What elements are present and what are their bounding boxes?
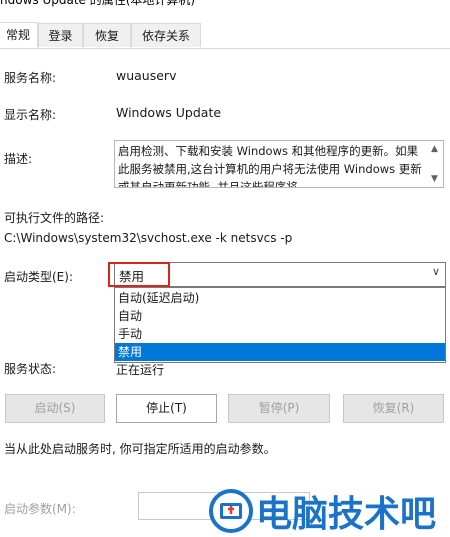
chevron-down-icon[interactable]: ∨: [432, 265, 440, 278]
tab-logon[interactable]: 登录: [38, 23, 83, 47]
tab-strip: 常规 登录 恢复 依存关系: [0, 22, 450, 49]
scroll-up-icon[interactable]: ▲: [426, 142, 443, 156]
option-auto-delayed[interactable]: 自动(延迟启动): [115, 289, 445, 307]
tab-recovery[interactable]: 恢复: [83, 23, 131, 47]
watermark-text: 电脑技术吧: [256, 494, 437, 535]
exe-path-label: 可执行文件的路径:: [4, 211, 105, 225]
description-label: 描述:: [4, 152, 33, 166]
startup-type-label: 启动类型(E):: [4, 270, 73, 284]
description-box[interactable]: 启用检测、下载和安装 Windows 和其他程序的更新。如果此服务被禁用,这台计…: [114, 140, 444, 188]
display-name-value: Windows Update: [116, 105, 222, 120]
stop-button[interactable]: 停止(T): [116, 394, 217, 423]
service-status-label: 服务状态:: [4, 362, 57, 376]
pause-button[interactable]: 暂停(P): [228, 394, 330, 423]
service-name-value: wuauserv: [116, 68, 177, 83]
service-name-label: 服务名称:: [4, 71, 57, 85]
display-name-label: 显示名称:: [4, 108, 57, 122]
option-manual[interactable]: 手动: [115, 325, 445, 343]
scroll-down-icon[interactable]: ▼: [426, 172, 443, 186]
resume-button[interactable]: 恢复(R): [343, 394, 444, 423]
watermark-logo-icon: [209, 489, 253, 533]
window-title: ndows Update 的属性(本地计算机): [0, 0, 450, 9]
service-status-value: 正在运行: [116, 363, 165, 377]
start-params-hint: 当从此处启动服务时, 你可指定所适用的启动参数。: [4, 442, 276, 456]
startup-type-dropdown: 自动(延迟启动) 自动 手动 禁用: [114, 287, 446, 363]
tab-dependencies[interactable]: 依存关系: [131, 23, 201, 47]
start-params-label: 启动参数(M):: [4, 502, 76, 516]
description-text: 启用检测、下载和安装 Windows 和其他程序的更新。如果此服务被禁用,这台计…: [118, 144, 422, 188]
option-disabled[interactable]: 禁用: [115, 343, 445, 361]
option-auto[interactable]: 自动: [115, 307, 445, 325]
tab-general[interactable]: 常规: [0, 22, 38, 48]
start-button[interactable]: 启动(S): [5, 394, 105, 423]
description-scrollbar[interactable]: ▲ ▼: [426, 141, 443, 187]
exe-path-value: C:\Windows\system32\svchost.exe -k netsv…: [4, 231, 293, 245]
highlight-annotation-box: [108, 262, 170, 287]
